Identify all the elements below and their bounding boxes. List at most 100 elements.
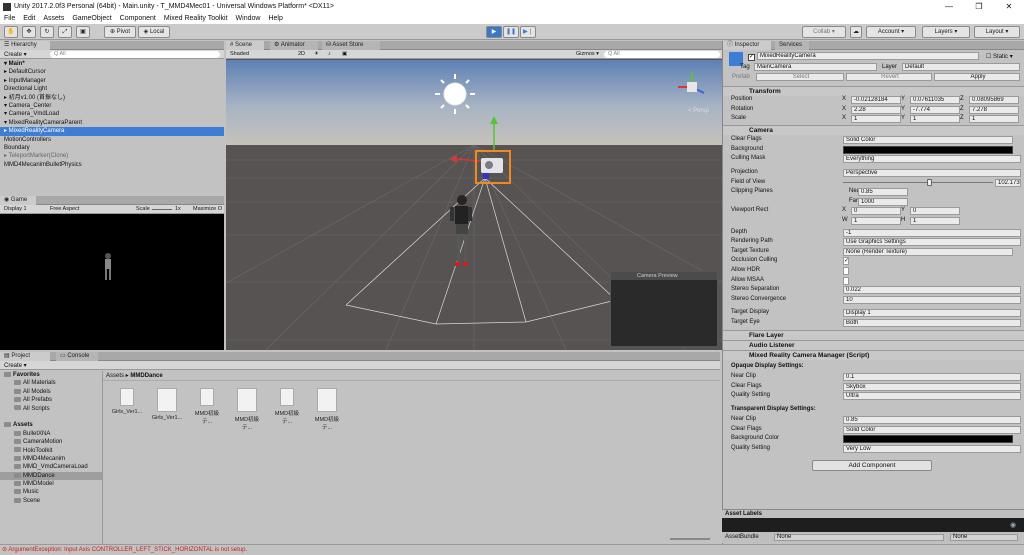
tag-dropdown[interactable]: MainCamera — [754, 63, 877, 71]
hierarchy-item[interactable]: ▾ Camera_Center — [0, 102, 224, 110]
local-toggle[interactable]: ◈ Local — [138, 26, 170, 38]
rendering-path-dropdown[interactable]: Use Graphics Settings — [843, 238, 1021, 247]
prefab-revert-button[interactable]: Revert — [846, 73, 932, 81]
asset-bundle-variant-dropdown[interactable]: None — [950, 534, 1018, 541]
flare-layer-header[interactable]: Flare Layer — [723, 330, 1024, 340]
value-field[interactable]: 0.85 — [843, 416, 1021, 424]
fov-field[interactable]: 102.173 — [995, 178, 1021, 187]
target-texture-field[interactable]: None (Render Texture) — [843, 247, 1013, 256]
collab-button[interactable]: Collab ▾ — [802, 26, 846, 38]
breadcrumb-current[interactable]: MMDDance — [130, 373, 162, 379]
account-dropdown[interactable]: Account ▾ — [866, 26, 916, 38]
value-field[interactable]: 0 — [851, 207, 901, 216]
fov-slider-knob[interactable] — [927, 179, 932, 186]
layout-dropdown[interactable]: Layout ▾ — [974, 26, 1020, 38]
project-folder[interactable]: Scene — [0, 497, 102, 505]
effects-icon[interactable]: ▣ — [342, 51, 347, 57]
value-field[interactable]: -0.02128184 — [851, 96, 901, 104]
clear-flags-dropdown[interactable]: Solid Color — [843, 136, 1013, 144]
static-toggle[interactable]: ☐ Static ▾ — [986, 53, 1013, 60]
menu-assets[interactable]: Assets — [43, 13, 64, 24]
value-field[interactable]: 0.022 — [843, 286, 1021, 295]
value-field[interactable]: -7.774 — [910, 105, 960, 114]
scale-slider[interactable] — [152, 209, 172, 210]
prefab-select-button[interactable]: Select — [756, 73, 844, 81]
project-folder[interactable]: MMDDance — [0, 471, 102, 481]
tab-console[interactable]: ▭ Console — [56, 352, 98, 361]
projection-dropdown[interactable]: Perspective — [843, 169, 1021, 177]
shading-dropdown[interactable]: Shaded — [230, 51, 249, 57]
value-field[interactable]: 1 — [851, 115, 901, 124]
menu-gameobject[interactable]: GameObject — [72, 13, 111, 24]
hdr-checkbox[interactable] — [843, 267, 849, 275]
hierarchy-create-button[interactable]: Create ▾ — [4, 51, 27, 58]
layers-dropdown[interactable]: Layers ▾ — [922, 26, 970, 38]
opaque-quality-dropdown[interactable]: Ultra — [843, 392, 1021, 401]
hierarchy-item[interactable]: ▾ MixedRealityCameraParent — [0, 119, 224, 127]
hierarchy-item[interactable]: ▾ Main* — [0, 60, 224, 68]
cloud-button[interactable]: ☁ — [850, 26, 862, 38]
hierarchy-item[interactable]: ▸ TeleportMarker(Clone) — [0, 152, 224, 160]
hierarchy-item[interactable]: ▸ 初月v1.00 (首振なし) — [0, 94, 224, 102]
menu-component[interactable]: Component — [120, 13, 156, 24]
step-button[interactable]: ▶❘ — [520, 26, 536, 38]
value-field[interactable]: 0.85 — [858, 188, 908, 197]
layer-dropdown[interactable]: Default — [902, 63, 1020, 71]
gizmos-dropdown[interactable]: Gizmos ▾ — [576, 51, 599, 57]
icon-size-slider[interactable] — [670, 538, 710, 540]
move-tool-button[interactable]: ✥ — [22, 26, 36, 38]
project-folder[interactable]: BulletXNA — [0, 430, 102, 438]
transparent-clear-flags-dropdown[interactable]: Solid Color — [843, 425, 1021, 434]
play-button[interactable]: ▶ — [486, 26, 502, 38]
menu-edit[interactable]: Edit — [23, 13, 35, 24]
object-name-field[interactable]: MixedRealityCamera — [757, 52, 979, 60]
project-tree-header[interactable]: Assets — [0, 421, 102, 429]
close-button[interactable]: ✕ — [994, 0, 1024, 13]
audio-icon[interactable]: ♪ — [328, 51, 331, 57]
audio-listener-header[interactable]: Audio Listener — [723, 340, 1024, 350]
tab-scene[interactable]: # Scene — [226, 41, 264, 50]
project-tree-header[interactable]: Favorites — [0, 371, 102, 379]
value-field[interactable]: 1 — [851, 217, 901, 225]
transparent-bg-color-swatch[interactable] — [843, 435, 1013, 444]
menu-file[interactable]: File — [4, 13, 15, 24]
opaque-clear-flags-dropdown[interactable]: Skybox — [843, 382, 1021, 391]
background-color-swatch[interactable] — [843, 145, 1013, 154]
value-field[interactable]: 1 — [910, 115, 960, 124]
hierarchy-item[interactable]: Boundary — [0, 144, 224, 152]
tab-animator[interactable]: ⚙ Animator — [270, 41, 318, 50]
breadcrumb-root[interactable]: Assets — [106, 373, 124, 379]
value-field[interactable]: 0 — [910, 207, 960, 216]
asset-file[interactable]: MMD初級テ... — [230, 388, 264, 431]
value-field[interactable]: 10 — [843, 295, 1021, 304]
msaa-checkbox[interactable] — [843, 276, 849, 285]
value-field[interactable]: 0.07611035 — [910, 96, 960, 104]
project-folder[interactable]: CameraMotion — [0, 438, 102, 446]
project-folder[interactable]: MMD4Mecanim — [0, 455, 102, 463]
label-tag-icon[interactable]: ◉ — [1010, 521, 1016, 529]
project-folder[interactable]: All Models — [0, 388, 102, 396]
maximize-on-play[interactable]: Maximize O — [193, 206, 222, 212]
add-component-button[interactable]: Add Component — [812, 460, 932, 471]
asset-bundle-dropdown[interactable]: None — [774, 534, 944, 541]
project-folder[interactable]: MMDModel — [0, 480, 102, 488]
target-eye-dropdown[interactable]: Both — [843, 319, 1021, 327]
project-folder[interactable]: HoloToolkit — [0, 447, 102, 455]
target-display-dropdown[interactable]: Display 1 — [843, 309, 1021, 318]
occlusion-checkbox[interactable]: ✓ — [843, 257, 849, 266]
mr-camera-manager-header[interactable]: Mixed Reality Camera Manager (Script) — [723, 350, 1024, 360]
active-checkbox[interactable]: ✓ — [748, 54, 755, 61]
value-field[interactable]: -1 — [843, 228, 1021, 237]
hierarchy-item[interactable]: ▾ Camera_VmdLoad — [0, 110, 224, 118]
tab-services[interactable]: Services — [775, 41, 809, 50]
asset-labels-header[interactable]: Asset Labels — [722, 509, 1024, 518]
culling-mask-dropdown[interactable]: Everything — [843, 155, 1021, 164]
project-folder[interactable]: All Prefabs — [0, 396, 102, 404]
project-folder[interactable]: All Scripts — [0, 405, 102, 413]
menu-help[interactable]: Help — [268, 13, 282, 24]
rect-tool-button[interactable]: ▣ — [76, 26, 90, 38]
value-field[interactable]: 0.1 — [843, 373, 1021, 381]
tab-game[interactable]: ◉ Game — [0, 196, 36, 205]
fov-slider[interactable] — [843, 179, 993, 186]
status-bar[interactable]: ⊘ ArgumentException: Input Axis CONTROLL… — [0, 544, 1024, 555]
